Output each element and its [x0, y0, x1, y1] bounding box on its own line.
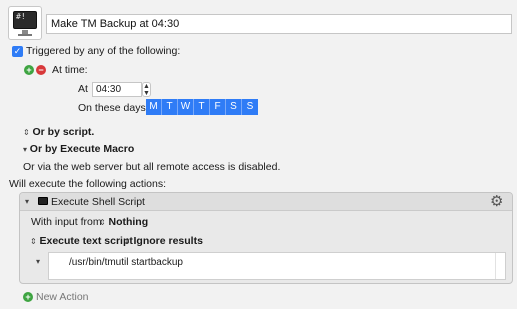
execute-mode-value: Execute text script — [39, 235, 133, 247]
day-toggle-sun[interactable]: S — [242, 99, 258, 115]
input-source-value: Nothing — [108, 216, 149, 228]
script-disclosure-chevron-icon[interactable]: ▾ — [36, 257, 40, 266]
day-toggle-tue[interactable]: T — [162, 99, 178, 115]
chevron-down-icon: ▾ — [23, 145, 28, 154]
macro-name-field[interactable]: Make TM Backup at 04:30 — [46, 14, 512, 34]
day-toggle-thu[interactable]: T — [194, 99, 210, 115]
execute-mode-popup[interactable]: ⇕ Execute text script — [30, 235, 133, 247]
terminal-icon — [38, 197, 48, 205]
script-text[interactable]: /usr/bin/tmutil startbackup — [69, 257, 183, 268]
or-by-execute-macro-disclosure[interactable]: ▾ Or by Execute Macro — [23, 143, 134, 155]
time-input[interactable]: 04:30 — [92, 82, 142, 97]
script-editor[interactable]: /usr/bin/tmutil startbackup — [48, 252, 506, 280]
new-action-plus-icon[interactable]: + — [23, 292, 33, 302]
action-title: Execute Shell Script — [51, 196, 145, 208]
triggered-label: Triggered by any of the following: — [26, 45, 181, 57]
triggered-checkbox[interactable]: ✓ — [12, 46, 23, 57]
collapse-chevron-icon[interactable]: ▾ — [25, 197, 29, 206]
remove-trigger-button[interactable]: − — [36, 65, 46, 75]
updown-icon: ⇕ — [23, 128, 30, 137]
shell-script-action[interactable]: ▾ Execute Shell Script ⚙ With input from… — [19, 192, 513, 284]
time-stepper[interactable]: ▲ ▼ — [142, 82, 151, 97]
updown-icon: ⇕ — [30, 237, 37, 246]
day-toggle-fri[interactable]: F — [210, 99, 226, 115]
input-source-popup[interactable]: ⇕ Nothing — [99, 216, 148, 228]
at-time-label: At time: — [52, 64, 88, 76]
results-mode-value: Ignore results — [133, 235, 203, 247]
gear-icon[interactable]: ⚙ — [490, 194, 503, 209]
terminal-screen-icon: #! — [13, 11, 37, 29]
new-action-button[interactable]: New Action — [36, 291, 89, 303]
days-selector: M T W T F S S — [146, 99, 258, 115]
updown-icon: ⇕ — [124, 237, 131, 246]
day-toggle-sat[interactable]: S — [226, 99, 242, 115]
or-by-script-popup[interactable]: ⇕ Or by script. — [23, 126, 94, 138]
add-trigger-button[interactable]: + — [24, 65, 34, 75]
web-server-note: Or via the web server but all remote acc… — [23, 161, 281, 173]
or-by-script-label: Or by script. — [32, 126, 95, 138]
at-label: At — [78, 83, 88, 95]
on-days-label: On these days: — [78, 102, 149, 114]
actions-heading: Will execute the following actions: — [9, 178, 166, 190]
updown-icon: ⇕ — [99, 218, 106, 227]
or-by-execute-macro-label: Or by Execute Macro — [29, 143, 135, 155]
day-toggle-wed[interactable]: W — [178, 99, 194, 115]
with-input-label: With input from — [31, 216, 102, 228]
monitor-base — [18, 34, 32, 36]
day-toggle-mon[interactable]: M — [146, 99, 162, 115]
results-mode-popup[interactable]: ⇕ Ignore results — [124, 235, 203, 247]
macro-icon[interactable]: #! — [8, 6, 42, 40]
script-scrollbar[interactable] — [495, 253, 505, 279]
